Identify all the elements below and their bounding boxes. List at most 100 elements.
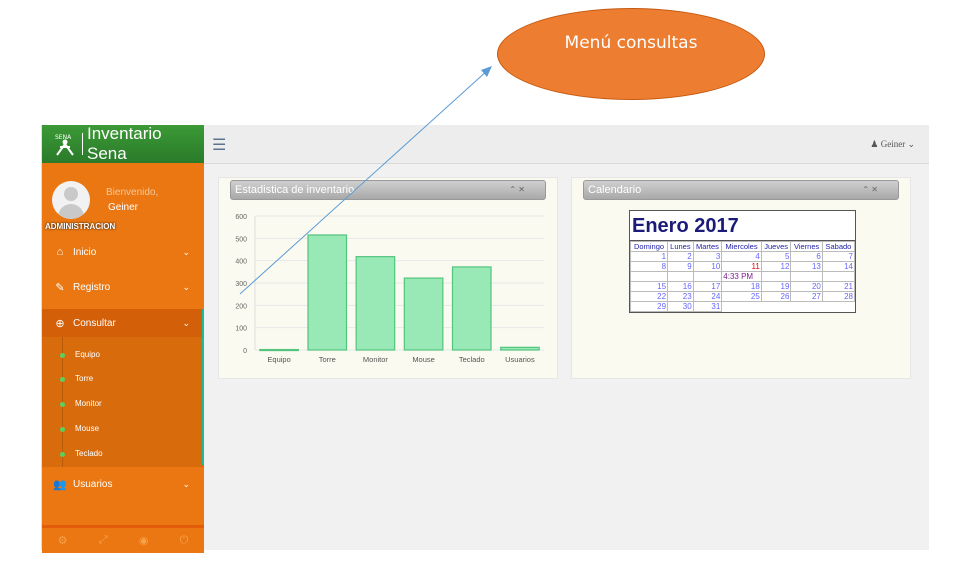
calendar-day-header: Miercoles [721, 241, 762, 252]
bar [403, 277, 444, 351]
submenu-item-mouse[interactable]: Mouse [75, 424, 99, 433]
submenu-item-monitor[interactable]: Monitor [75, 399, 102, 408]
collapse-icon[interactable]: ⌃ [509, 185, 516, 194]
calendar-day-cell[interactable]: 27 [790, 291, 823, 302]
collapse-icon[interactable]: ⌃ [862, 185, 869, 194]
y-tick-label: 0 [243, 348, 247, 355]
active-indicator [202, 309, 204, 465]
calendar-day-header: Martes [692, 241, 723, 252]
calendar-day-cell[interactable]: 1 [629, 251, 669, 262]
avatar[interactable] [52, 181, 90, 219]
calendar-day-cell[interactable]: 17 [692, 281, 723, 292]
calendar-day-cell[interactable]: 4 [721, 251, 762, 262]
calendar-day-cell[interactable]: 11 [721, 261, 762, 272]
bar [259, 348, 299, 352]
bullet-icon [60, 452, 65, 457]
menu-toggle-icon[interactable]: ☰ [212, 135, 226, 155]
calendar-day-cell[interactable]: 26 [760, 291, 792, 302]
submenu-item-torre[interactable]: Torre [75, 374, 93, 383]
submenu-item-equipo[interactable]: Equipo [75, 350, 100, 359]
calendar-day-cell[interactable]: 21 [821, 281, 856, 292]
close-icon[interactable]: ✕ [871, 185, 878, 194]
eye-slash-icon[interactable]: ◉ [139, 534, 149, 547]
arrow-head-icon [481, 66, 492, 77]
calendar-event-cell [667, 271, 694, 282]
calendar-day-cell[interactable]: 23 [667, 291, 694, 302]
calendar-header-row: Domingo Lunes Martes Miercoles Jueves Viernes… [629, 241, 856, 252]
calendar-day-cell[interactable]: 16 [667, 281, 694, 292]
calendar-day-cell[interactable]: 6 [790, 251, 823, 262]
calendar-day-cell[interactable]: 10 [692, 261, 723, 272]
calendar-day-cell[interactable]: 24 [692, 291, 723, 302]
calendar-day-cell[interactable] [761, 302, 791, 312]
calendar-day-cell[interactable]: 9 [667, 261, 694, 272]
sidebar-item-label: Registro [73, 281, 111, 293]
x-tick-label: Torre [319, 355, 336, 364]
calendar-day-cell[interactable]: 31 [692, 301, 723, 312]
close-icon[interactable]: ✕ [518, 185, 525, 194]
calendar-day-cell[interactable]: 25 [721, 291, 762, 302]
calendar-day-cell[interactable]: 30 [667, 301, 694, 312]
calendar-widget: Enero 2017 Domingo Lunes Martes Miercoles Ju… [629, 210, 856, 313]
calendar-event-row: 4:33 PM [629, 271, 856, 282]
calendar-day-cell[interactable]: 2 [667, 251, 694, 262]
consultar-submenu: Equipo Torre Monitor Mouse Teclado [42, 337, 204, 467]
calendar-day-cell[interactable]: 18 [721, 281, 762, 292]
sidebar-item-usuarios[interactable]: 👥 Usuarios ⌄ [42, 473, 204, 495]
calendar-week-row: 8 9 10 11 12 13 14 [629, 261, 856, 272]
calendar-day-cell[interactable]: 5 [760, 251, 792, 262]
calendar-panel-title-text: Calendario [588, 184, 642, 196]
brand-separator [82, 133, 83, 155]
bar [500, 346, 540, 351]
settings-icon[interactable]: ⚙ [58, 534, 68, 547]
x-tick-label: Monitor [363, 355, 389, 364]
calendar-day-cell[interactable]: 13 [790, 261, 823, 272]
calendar-day-cell[interactable]: 20 [790, 281, 823, 292]
fullscreen-icon[interactable]: ⤢ [99, 534, 108, 547]
sena-logo-icon: SENA [52, 131, 78, 157]
calendar-event-cell [629, 271, 669, 282]
calendar-week-row: 22 23 24 25 26 27 28 [629, 291, 856, 302]
edit-icon: ✎ [55, 281, 65, 294]
calendar-day-cell[interactable]: 29 [629, 301, 669, 312]
calendar-day-cell[interactable]: 28 [821, 291, 856, 302]
x-tick-label: Usuarios [505, 355, 535, 364]
calendar-day-cell[interactable]: 7 [821, 251, 856, 262]
submenu-item-teclado[interactable]: Teclado [75, 449, 103, 458]
x-tick-label: Mouse [412, 355, 435, 364]
calendar-day-cell[interactable]: 19 [760, 281, 792, 292]
users-icon: 👥 [53, 478, 67, 491]
bullet-icon [60, 402, 65, 407]
calendar-day-cell[interactable]: 8 [629, 261, 669, 272]
search-plus-icon: ⊕ [55, 317, 65, 330]
sidebar-item-label: Inicio [73, 246, 97, 258]
calendar-event-cell: 4:33 PM [721, 271, 762, 282]
calendar-day-cell[interactable] [722, 302, 762, 312]
chevron-down-icon: ⌄ [182, 281, 190, 292]
sidebar-item-registro[interactable]: ✎ Registro ⌄ [42, 276, 204, 298]
panel-tools: ⌃ ✕ [509, 181, 525, 199]
sidebar-item-inicio[interactable]: ⌂ Inicio ⌄ [42, 241, 204, 263]
calendar-day-cell[interactable]: 12 [760, 261, 792, 272]
calendar-table: Domingo Lunes Martes Miercoles Jueves Viernes… [629, 241, 856, 312]
user-menu[interactable]: ♟ Geiner ⌄ [870, 139, 915, 150]
y-tick-label: 200 [235, 303, 247, 310]
sidebar-item-consultar[interactable]: ⊕ Consultar ⌄ [42, 309, 204, 337]
calendar-day-cell[interactable] [822, 302, 854, 312]
role-label: ADMINISTRACION [45, 222, 116, 231]
calendar-day-cell[interactable]: 3 [692, 251, 723, 262]
calendar-day-cell[interactable]: 22 [629, 291, 669, 302]
y-tick-label: 400 [235, 259, 247, 266]
inventory-bar-chart: 0 100 200 300 400 500 600 Equipo Torre Monitor Mou… [235, 214, 544, 364]
sidebar-footer: ⚙ ⤢ ◉ ⏻ [42, 525, 204, 553]
y-tick-label: 500 [235, 236, 247, 243]
power-icon[interactable]: ⏻ [180, 534, 189, 547]
calendar-day-cell[interactable]: 14 [821, 261, 856, 272]
brand-bar[interactable]: SENA Inventario Sena [42, 124, 204, 163]
stats-panel-title-text: Estadistica de inventario [235, 184, 355, 196]
profile-box: Bienvenido, Geiner ADMINISTRACION [42, 163, 204, 233]
calendar-day-cell[interactable] [791, 302, 822, 312]
top-navbar: ☰ ♟ Geiner ⌄ [204, 125, 929, 164]
callout-bubble: Menú consultas [497, 8, 765, 100]
calendar-day-cell[interactable]: 15 [629, 281, 669, 292]
